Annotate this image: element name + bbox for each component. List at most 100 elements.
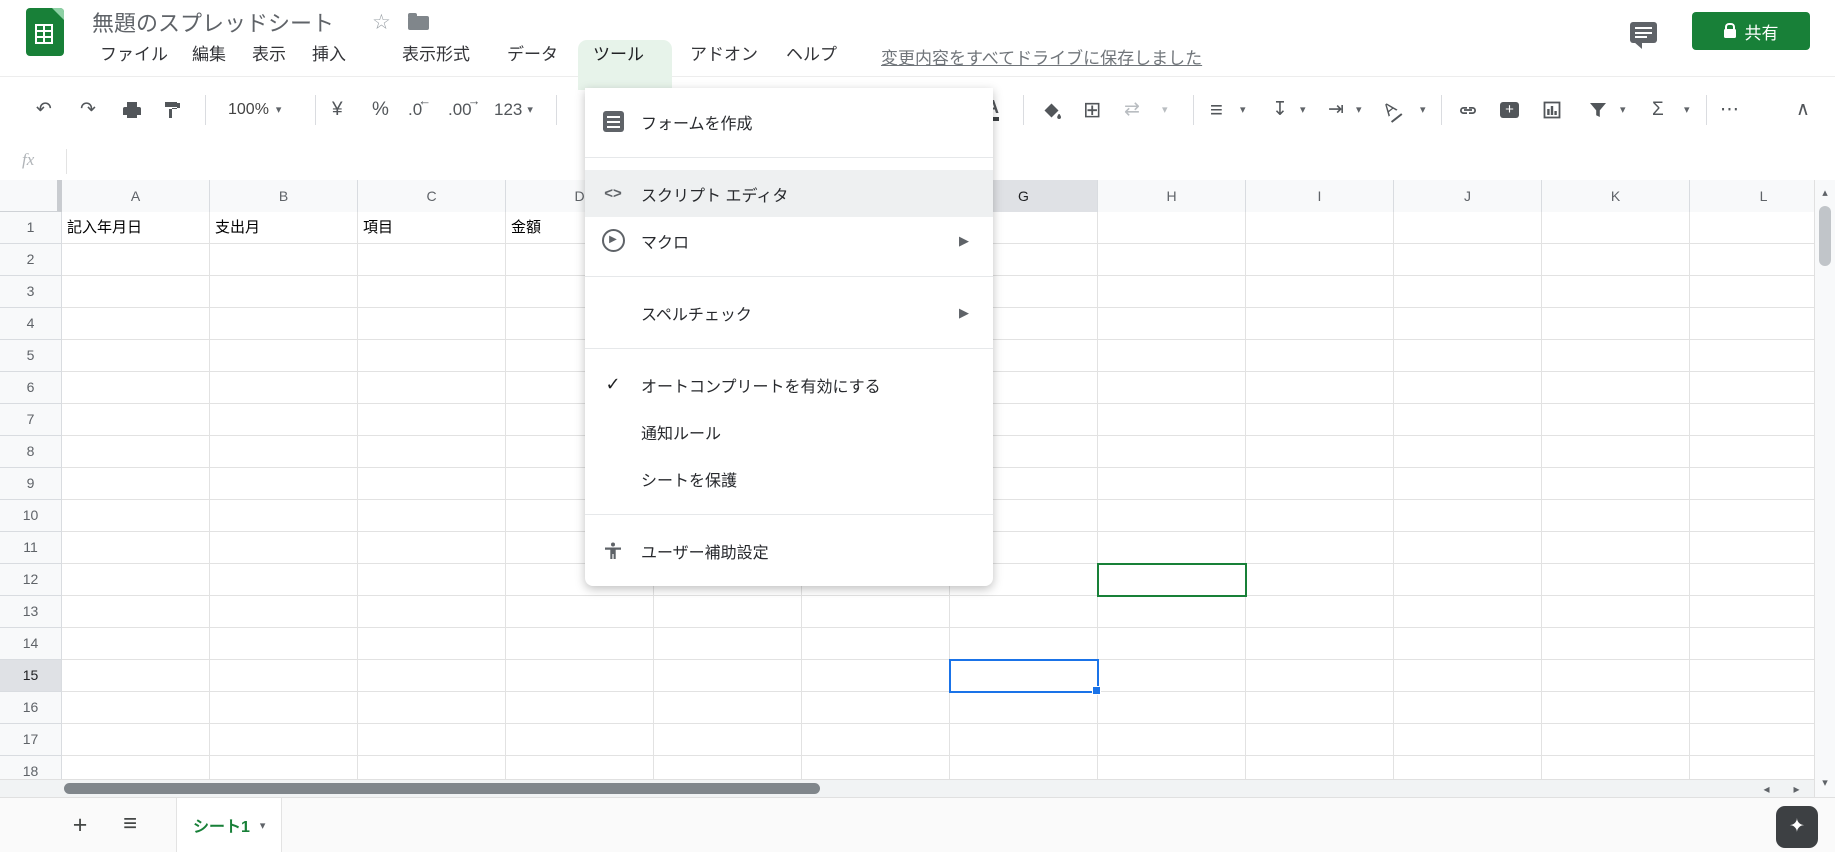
cell-I16[interactable] bbox=[1246, 692, 1394, 724]
cell-K1[interactable] bbox=[1542, 212, 1690, 244]
cell-L15[interactable] bbox=[1690, 660, 1814, 692]
row-header-17[interactable]: 17 bbox=[0, 724, 62, 756]
cell-A18[interactable] bbox=[62, 756, 210, 779]
cell-C9[interactable] bbox=[358, 468, 506, 500]
cell-A5[interactable] bbox=[62, 340, 210, 372]
menu-item-オートコンプリートを有効にする[interactable]: ✓ オートコンプリートを有効にする bbox=[585, 361, 993, 408]
move-folder-icon[interactable] bbox=[408, 13, 429, 30]
menu-item-通知ルール[interactable]: 通知ルール bbox=[585, 408, 993, 455]
cell-L10[interactable] bbox=[1690, 500, 1814, 532]
menubar-item-表示[interactable]: 表示 bbox=[252, 40, 286, 70]
decrease-decimal-icon[interactable]: .0 ← bbox=[408, 77, 431, 142]
text-wrap-dropdown-icon[interactable]: ▾ bbox=[1356, 77, 1362, 142]
menu-item-スペルチェック[interactable]: スペルチェック ▶ bbox=[585, 289, 993, 336]
cell-J13[interactable] bbox=[1394, 596, 1542, 628]
cell-D14[interactable] bbox=[506, 628, 654, 660]
cell-I1[interactable] bbox=[1246, 212, 1394, 244]
row-header-5[interactable]: 5 bbox=[0, 340, 62, 372]
cell-J11[interactable] bbox=[1394, 532, 1542, 564]
cell-B12[interactable] bbox=[210, 564, 358, 596]
fill-color-icon[interactable] bbox=[1041, 77, 1061, 142]
cell-B2[interactable] bbox=[210, 244, 358, 276]
cell-K8[interactable] bbox=[1542, 436, 1690, 468]
cell-A16[interactable] bbox=[62, 692, 210, 724]
cell-J16[interactable] bbox=[1394, 692, 1542, 724]
cell-A2[interactable] bbox=[62, 244, 210, 276]
cell-E16[interactable] bbox=[654, 692, 802, 724]
cell-J6[interactable] bbox=[1394, 372, 1542, 404]
menu-item-マクロ[interactable]: ▶ マクロ ▶ bbox=[585, 217, 993, 264]
cell-J3[interactable] bbox=[1394, 276, 1542, 308]
cell-H16[interactable] bbox=[1098, 692, 1246, 724]
redo-icon[interactable]: ↷ bbox=[80, 77, 96, 142]
text-rotation-dropdown-icon[interactable]: ▾ bbox=[1420, 77, 1426, 142]
cell-I11[interactable] bbox=[1246, 532, 1394, 564]
cell-B8[interactable] bbox=[210, 436, 358, 468]
cell-A14[interactable] bbox=[62, 628, 210, 660]
cell-H1[interactable] bbox=[1098, 212, 1246, 244]
comments-icon[interactable] bbox=[1630, 22, 1657, 49]
cell-C16[interactable] bbox=[358, 692, 506, 724]
cell-J17[interactable] bbox=[1394, 724, 1542, 756]
cell-C1[interactable]: 項目 bbox=[358, 212, 506, 244]
row-header-16[interactable]: 16 bbox=[0, 692, 62, 724]
row-header-3[interactable]: 3 bbox=[0, 276, 62, 308]
row-header-11[interactable]: 11 bbox=[0, 532, 62, 564]
number-format-icon[interactable]: 123 ▾ bbox=[494, 77, 533, 142]
cell-G13[interactable] bbox=[950, 596, 1098, 628]
cell-A15[interactable] bbox=[62, 660, 210, 692]
cell-B10[interactable] bbox=[210, 500, 358, 532]
explore-icon[interactable]: ✦ bbox=[1776, 806, 1818, 848]
cell-C13[interactable] bbox=[358, 596, 506, 628]
filter-icon[interactable] bbox=[1588, 77, 1608, 142]
cell-A10[interactable] bbox=[62, 500, 210, 532]
functions-icon[interactable]: Σ bbox=[1652, 77, 1664, 142]
cell-H7[interactable] bbox=[1098, 404, 1246, 436]
sheet-tab[interactable]: シート1 ▾ bbox=[176, 798, 283, 852]
cell-F16[interactable] bbox=[802, 692, 950, 724]
horizontal-scrollbar-thumb[interactable] bbox=[64, 783, 820, 794]
cell-F17[interactable] bbox=[802, 724, 950, 756]
row-header-12[interactable]: 12 bbox=[0, 564, 62, 596]
cell-H8[interactable] bbox=[1098, 436, 1246, 468]
cell-I3[interactable] bbox=[1246, 276, 1394, 308]
merge-cells-icon[interactable]: ⇄ bbox=[1124, 77, 1140, 142]
cell-J9[interactable] bbox=[1394, 468, 1542, 500]
cell-I15[interactable] bbox=[1246, 660, 1394, 692]
column-header-J[interactable]: J bbox=[1394, 180, 1542, 213]
cell-J12[interactable] bbox=[1394, 564, 1542, 596]
cell-C6[interactable] bbox=[358, 372, 506, 404]
cell-L1[interactable] bbox=[1690, 212, 1814, 244]
cell-C15[interactable] bbox=[358, 660, 506, 692]
paint-format-icon[interactable] bbox=[163, 77, 183, 142]
cell-B15[interactable] bbox=[210, 660, 358, 692]
print-icon[interactable] bbox=[122, 77, 142, 142]
borders-icon[interactable]: ⊞ bbox=[1083, 77, 1101, 142]
cell-I4[interactable] bbox=[1246, 308, 1394, 340]
cell-C12[interactable] bbox=[358, 564, 506, 596]
sheet-tab-menu-icon[interactable]: ▾ bbox=[260, 819, 266, 832]
cell-B16[interactable] bbox=[210, 692, 358, 724]
cell-A9[interactable] bbox=[62, 468, 210, 500]
hide-toolbar-icon[interactable]: ∧ bbox=[1796, 77, 1810, 142]
cell-E13[interactable] bbox=[654, 596, 802, 628]
column-header-K[interactable]: K bbox=[1542, 180, 1690, 213]
cell-L4[interactable] bbox=[1690, 308, 1814, 340]
cell-F15[interactable] bbox=[802, 660, 950, 692]
scroll-up-icon[interactable]: ▴ bbox=[1815, 182, 1835, 204]
cell-L3[interactable] bbox=[1690, 276, 1814, 308]
share-button[interactable]: 共有 bbox=[1692, 12, 1810, 50]
column-header-A[interactable]: A bbox=[62, 180, 210, 213]
column-header-H[interactable]: H bbox=[1098, 180, 1246, 213]
scroll-left-icon[interactable]: ◂ bbox=[1752, 780, 1781, 798]
scroll-right-icon[interactable]: ▸ bbox=[1782, 780, 1811, 798]
cell-K11[interactable] bbox=[1542, 532, 1690, 564]
cell-L13[interactable] bbox=[1690, 596, 1814, 628]
vertical-scrollbar[interactable]: ▴ ▾ bbox=[1814, 180, 1835, 797]
cell-K10[interactable] bbox=[1542, 500, 1690, 532]
cell-B14[interactable] bbox=[210, 628, 358, 660]
cell-J4[interactable] bbox=[1394, 308, 1542, 340]
insert-link-icon[interactable] bbox=[1458, 77, 1478, 142]
cell-G18[interactable] bbox=[950, 756, 1098, 779]
menu-item-シートを保護[interactable]: シートを保護 bbox=[585, 455, 993, 502]
